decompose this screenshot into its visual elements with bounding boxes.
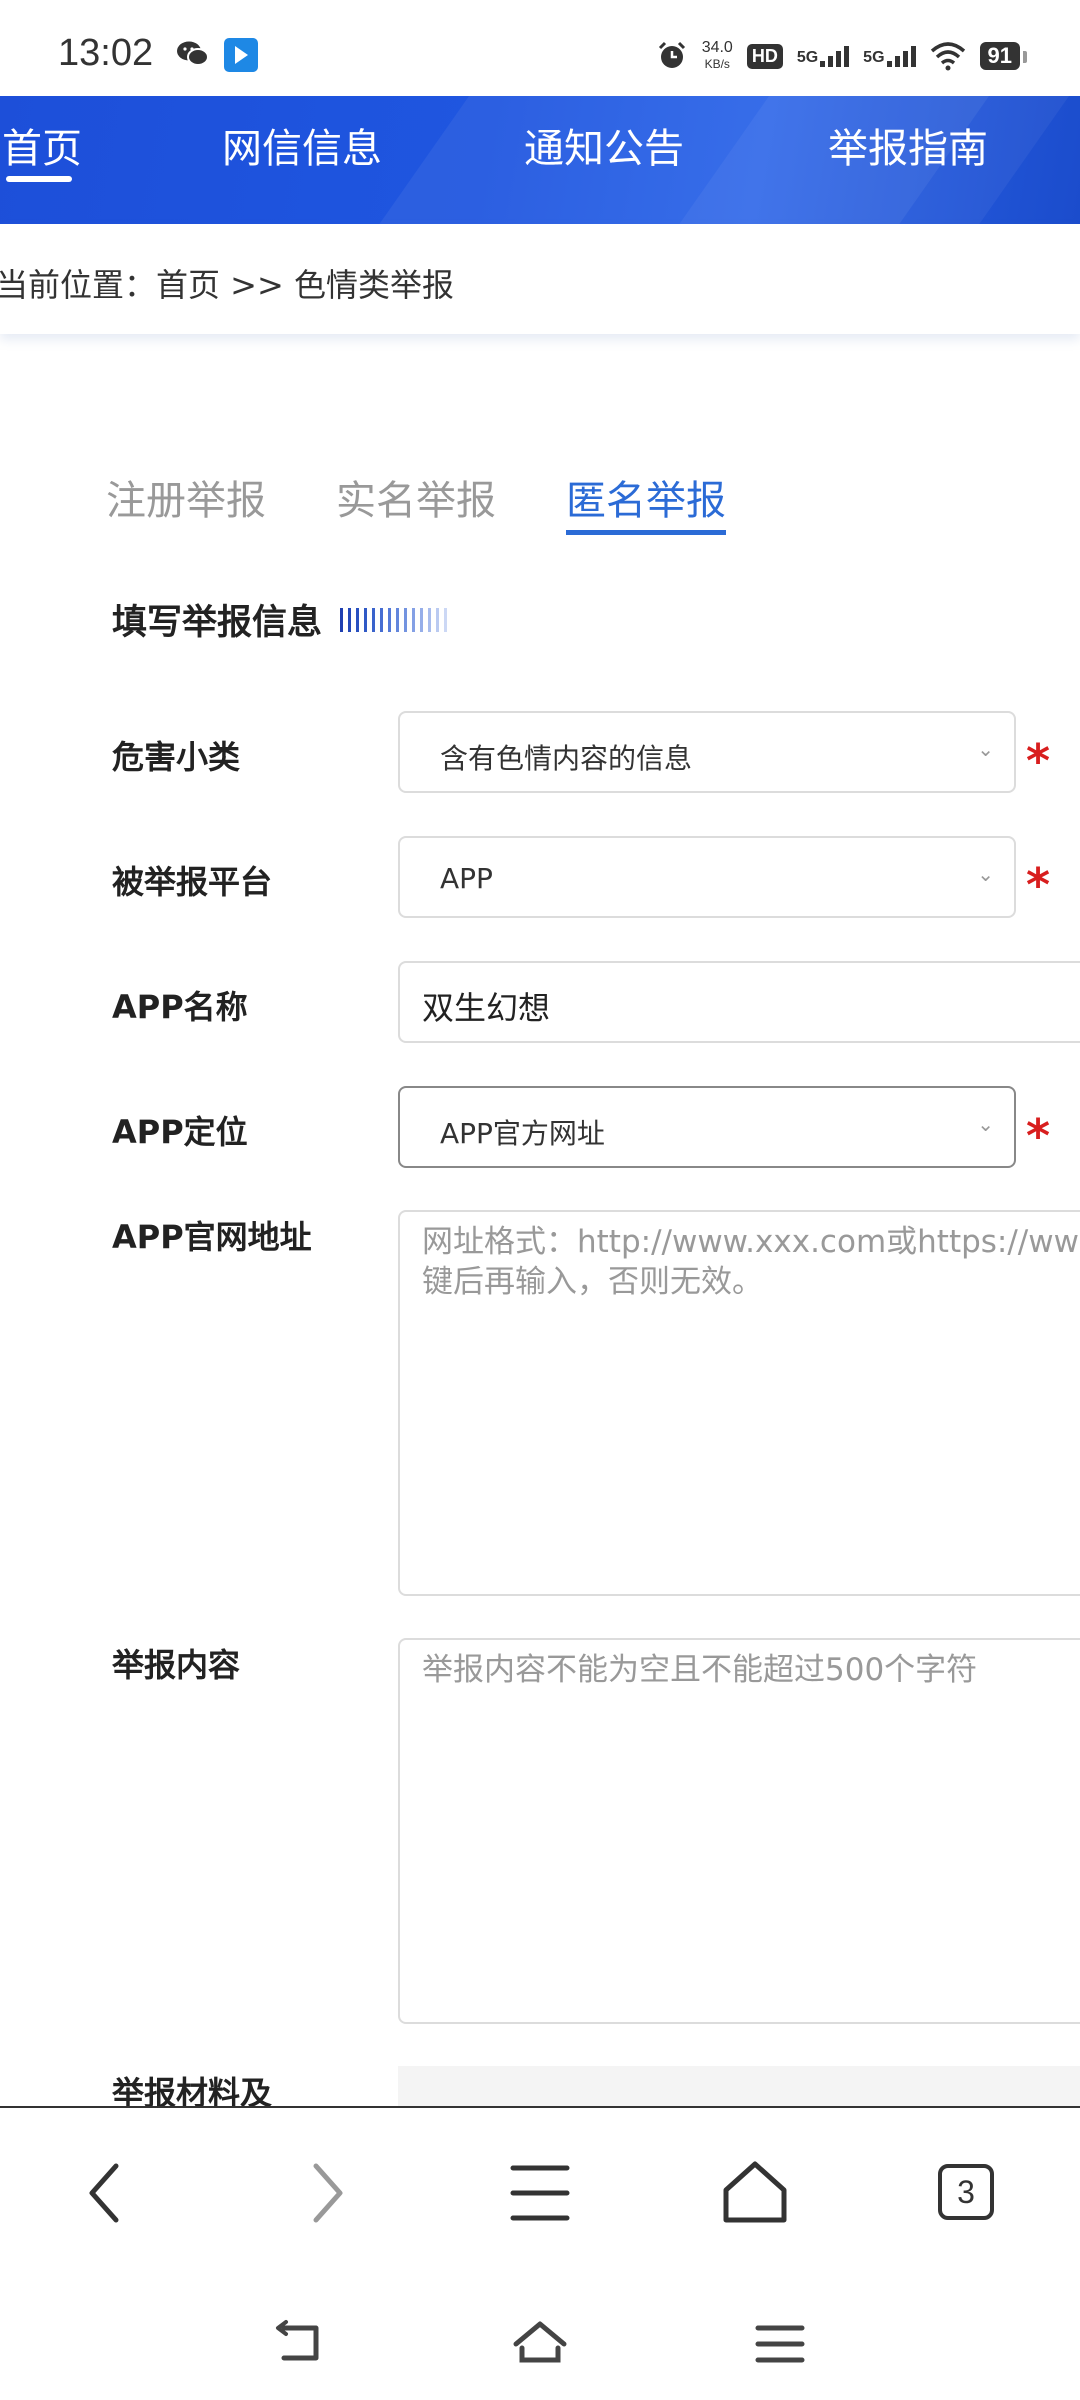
system-nav-bar — [0, 2274, 1080, 2400]
nav-item-home[interactable]: 首页 — [2, 116, 82, 174]
home-outline-icon[interactable] — [510, 2314, 570, 2374]
report-content-textarea[interactable]: 举报内容不能为空且不能超过500个字符 — [398, 1638, 1080, 2024]
tabs-icon[interactable]: 3 — [938, 2164, 994, 2220]
required-mark: * — [1026, 1109, 1051, 1163]
harm-category-select[interactable]: 含有色情内容的信息 ⌄ — [398, 711, 1016, 793]
wifi-icon — [930, 42, 965, 71]
nav-item-report-guide[interactable]: 举报指南 — [828, 116, 988, 174]
harm-category-value: 含有色情内容的信息 — [440, 742, 693, 775]
platform-select[interactable]: APP ⌄ — [398, 836, 1016, 918]
materials-upload-area[interactable] — [398, 2066, 1080, 2106]
report-content-label: 举报内容 — [112, 1646, 241, 1684]
return-icon[interactable] — [270, 2314, 330, 2374]
browser-toolbar: 3 — [0, 2106, 1080, 2276]
net-speed: 34.0 KB/s — [701, 39, 733, 72]
top-nav: 首页 网信信息 通知公告 举报指南 — [0, 96, 1080, 224]
nav-item-notices[interactable]: 通知公告 — [524, 116, 684, 174]
app-notification-icon — [224, 38, 258, 72]
section-title: 填写举报信息 — [112, 603, 323, 643]
status-icons: 34.0 KB/s HD 5G 5G 91 — [656, 36, 1028, 76]
wechat-icon — [177, 41, 209, 66]
status-time: 13:02 — [58, 32, 154, 74]
status-bar: 13:02 34.0 KB/s HD 5G 5G 91 — [0, 0, 1080, 96]
chevron-down-icon: ⌄ — [977, 1112, 994, 1136]
tab-realname-report[interactable]: 实名举报 — [336, 468, 496, 526]
nav-item-cyber-info[interactable]: 网信信息 — [222, 116, 382, 174]
recent-apps-icon[interactable] — [750, 2314, 810, 2374]
app-location-label: APP定位 — [112, 1113, 248, 1151]
signal-sim1: 5G — [797, 45, 850, 67]
required-mark: * — [1026, 858, 1051, 912]
home-icon[interactable] — [720, 2158, 790, 2228]
app-url-placeholder: 网址格式：http://www.xxx.com或https://ww 键后再输入… — [422, 1224, 1079, 1300]
app-location-value: APP官方网址 — [440, 1117, 605, 1150]
app-name-value: 双生幻想 — [422, 989, 551, 1027]
forward-arrow-icon[interactable] — [290, 2158, 360, 2228]
app-location-select[interactable]: APP官方网址 ⌄ — [398, 1086, 1016, 1168]
platform-value: APP — [440, 862, 493, 895]
tab-anonymous-report[interactable]: 匿名举报 — [566, 468, 726, 526]
signal-sim2: 5G — [863, 45, 916, 67]
section-title-decoration — [340, 608, 447, 632]
required-mark: * — [1026, 734, 1051, 788]
battery-indicator: 91 — [979, 42, 1028, 70]
back-arrow-icon[interactable] — [72, 2158, 142, 2228]
chevron-down-icon: ⌄ — [977, 737, 994, 761]
app-name-input[interactable]: 双生幻想 — [398, 961, 1080, 1043]
app-url-textarea[interactable]: 网址格式：http://www.xxx.com或https://ww 键后再输入… — [398, 1210, 1080, 1596]
hd-badge: HD — [746, 43, 783, 69]
app-url-label: APP官网地址 — [112, 1218, 312, 1256]
breadcrumb-text: 当前位置：首页 >> 色情类举报 — [0, 266, 454, 304]
nav-active-indicator — [6, 176, 72, 182]
report-content-placeholder: 举报内容不能为空且不能超过500个字符 — [422, 1652, 978, 1688]
breadcrumb: 当前位置：首页 >> 色情类举报 — [0, 224, 1080, 334]
harm-category-label: 危害小类 — [112, 738, 241, 776]
app-name-label: APP名称 — [112, 988, 248, 1026]
chevron-down-icon: ⌄ — [977, 862, 994, 886]
platform-label: 被举报平台 — [112, 863, 273, 901]
tab-registered-report[interactable]: 注册举报 — [106, 468, 266, 526]
tab-active-underline — [566, 530, 726, 535]
alarm-icon — [658, 41, 685, 68]
menu-icon[interactable] — [505, 2158, 575, 2228]
